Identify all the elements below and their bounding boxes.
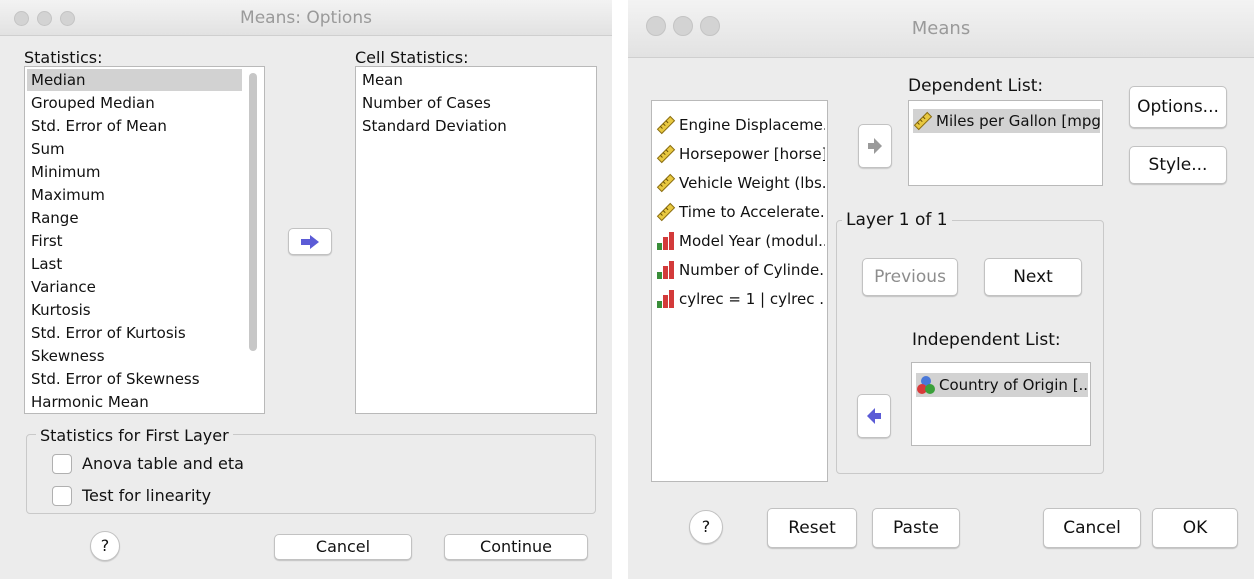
- right-arrow-icon: [868, 138, 882, 154]
- style-button[interactable]: Style...: [1129, 146, 1227, 184]
- statistics-scrollbar[interactable]: [249, 73, 257, 351]
- variable-item-label: cylrec = 1 | cylrec ...: [679, 290, 825, 308]
- variable-item-label: Engine Displaceme...: [679, 116, 825, 134]
- means-dialog: Means Engine Displaceme... Horsepower [ho…: [628, 0, 1254, 579]
- statistics-list-item[interactable]: Skewness: [27, 345, 242, 367]
- move-to-cell-statistics-button[interactable]: [288, 228, 332, 255]
- scale-ruler-icon: [656, 173, 676, 193]
- dependent-list-label: Dependent List:: [908, 76, 1044, 96]
- right-arrow-icon: [301, 234, 319, 249]
- scale-ruler-icon: [656, 144, 676, 164]
- cancel-button[interactable]: Cancel: [1043, 508, 1141, 548]
- ordinal-bar-icon: [656, 289, 676, 309]
- ordinal-bar-icon: [656, 231, 676, 251]
- statistics-list[interactable]: Median Grouped Median Std. Error of Mean Su…: [24, 66, 265, 414]
- source-variable-list[interactable]: Engine Displaceme... Horsepower [horse] Ve…: [651, 100, 828, 482]
- layer-label: Layer 1 of 1: [842, 210, 952, 230]
- left-arrow-icon: [867, 408, 881, 424]
- statistics-list-item[interactable]: Maximum: [27, 184, 242, 206]
- first-layer-group-title: Statistics for First Layer: [36, 426, 233, 445]
- statistics-list-item[interactable]: Grouped Median: [27, 92, 242, 114]
- independent-list-label: Independent List:: [912, 330, 1061, 350]
- statistics-list-item[interactable]: Kurtosis: [27, 299, 242, 321]
- statistics-list-item[interactable]: Std. Error of Mean: [27, 115, 242, 137]
- variable-item-label: Number of Cylinde...: [679, 261, 825, 279]
- linearity-label: Test for linearity: [82, 486, 212, 505]
- statistics-list-item[interactable]: Range: [27, 207, 242, 229]
- continue-button[interactable]: Continue: [444, 534, 588, 560]
- linearity-checkbox[interactable]: [52, 486, 72, 506]
- means-options-dialog: Means: Options Statistics: Median Grouped…: [0, 0, 612, 579]
- dependent-list[interactable]: Miles per Gallon [mpg]: [908, 100, 1103, 186]
- statistics-list-item[interactable]: Std. Error of Kurtosis: [27, 322, 242, 344]
- paste-button[interactable]: Paste: [872, 508, 960, 548]
- cell-statistics-item[interactable]: Mean: [358, 69, 594, 91]
- dependent-item[interactable]: Miles per Gallon [mpg]: [913, 109, 1100, 133]
- cell-statistics-item[interactable]: Number of Cases: [358, 92, 594, 114]
- next-button[interactable]: Next: [984, 258, 1082, 296]
- variable-item-label: Model Year (modul...: [679, 232, 825, 250]
- independent-item[interactable]: Country of Origin [...: [916, 373, 1088, 397]
- cell-statistics-item[interactable]: Standard Deviation: [358, 115, 594, 137]
- statistics-list-item[interactable]: Last: [27, 253, 242, 275]
- reset-button[interactable]: Reset: [767, 508, 857, 548]
- cell-statistics-list[interactable]: Mean Number of Cases Standard Deviation: [355, 66, 597, 414]
- variable-item[interactable]: Time to Accelerate...: [656, 200, 825, 224]
- statistics-list-item[interactable]: Harmonic Mean: [27, 391, 242, 413]
- window-title: Means: Options: [240, 8, 372, 28]
- statistics-list-item[interactable]: Variance: [27, 276, 242, 298]
- nominal-circles-icon: [916, 375, 936, 395]
- title-bar: Means: [628, 0, 1254, 58]
- independent-item-label: Country of Origin [...: [939, 376, 1088, 394]
- variable-item[interactable]: Vehicle Weight (lbs...: [656, 171, 825, 195]
- variable-item[interactable]: cylrec = 1 | cylrec ...: [656, 287, 825, 311]
- statistics-list-item[interactable]: Median: [27, 69, 242, 91]
- scale-ruler-icon: [656, 115, 676, 135]
- anova-checkbox[interactable]: [52, 454, 72, 474]
- statistics-label: Statistics:: [24, 48, 103, 67]
- variable-item[interactable]: Engine Displaceme...: [656, 113, 825, 137]
- move-to-independent-button[interactable]: [857, 394, 891, 438]
- statistics-list-item[interactable]: Sum: [27, 138, 242, 160]
- previous-button[interactable]: Previous: [862, 258, 958, 296]
- variable-item[interactable]: Number of Cylinde...: [656, 258, 825, 282]
- options-button[interactable]: Options...: [1129, 86, 1227, 128]
- ordinal-bar-icon: [656, 260, 676, 280]
- statistics-list-item[interactable]: Std. Error of Skewness: [27, 368, 242, 390]
- variable-item-label: Horsepower [horse]: [679, 145, 825, 163]
- anova-label: Anova table and eta: [82, 454, 244, 473]
- cancel-button[interactable]: Cancel: [274, 534, 412, 560]
- title-bar: Means: Options: [0, 0, 612, 36]
- scale-ruler-icon: [913, 111, 933, 131]
- ok-button[interactable]: OK: [1152, 508, 1238, 548]
- variable-item[interactable]: Horsepower [horse]: [656, 142, 825, 166]
- help-button[interactable]: ?: [90, 531, 120, 561]
- variable-item-label: Time to Accelerate...: [679, 203, 825, 221]
- statistics-list-item[interactable]: Minimum: [27, 161, 242, 183]
- move-to-dependent-button[interactable]: [858, 124, 892, 168]
- independent-list[interactable]: Country of Origin [...: [911, 362, 1091, 446]
- variable-item[interactable]: Model Year (modul...: [656, 229, 825, 253]
- help-button[interactable]: ?: [689, 510, 723, 544]
- cell-statistics-label: Cell Statistics:: [355, 48, 469, 67]
- window-title: Means: [911, 18, 971, 39]
- scale-ruler-icon: [656, 202, 676, 222]
- variable-item-label: Vehicle Weight (lbs...: [679, 174, 825, 192]
- dependent-item-label: Miles per Gallon [mpg]: [936, 112, 1100, 130]
- statistics-list-item[interactable]: First: [27, 230, 242, 252]
